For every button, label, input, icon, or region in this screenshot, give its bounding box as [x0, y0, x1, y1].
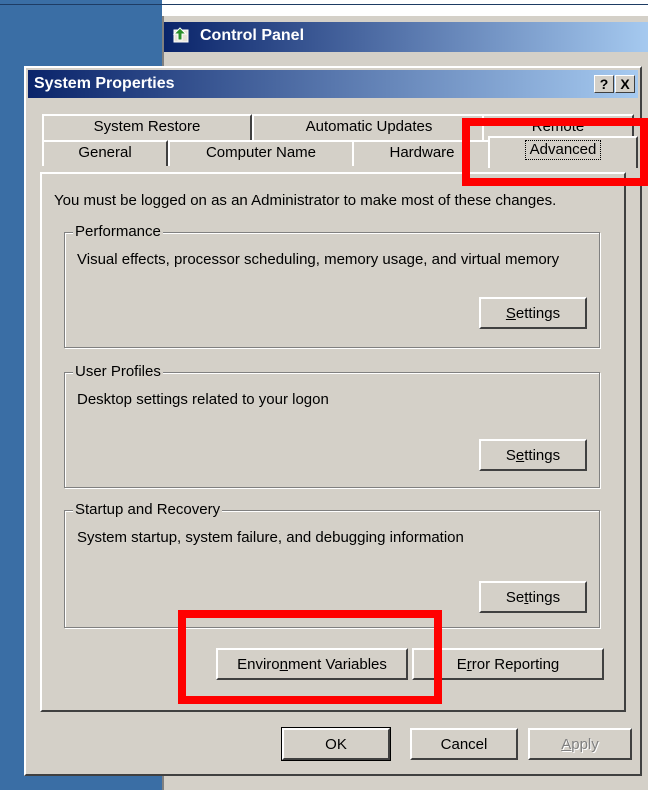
startup-recovery-settings-button[interactable]: Settings: [479, 581, 587, 613]
tab-system-restore[interactable]: System Restore: [42, 114, 252, 140]
button-label-suffix: pply: [571, 735, 599, 753]
tab-label: General: [78, 144, 132, 161]
performance-description: Visual effects, processor scheduling, me…: [77, 251, 560, 268]
user-profiles-title: User Profiles: [73, 363, 163, 380]
control-panel-title: Control Panel: [200, 27, 305, 44]
control-panel-icon: [172, 27, 189, 43]
button-label-prefix: Se: [505, 588, 525, 606]
performance-group: Performance Visual effects, processor sc…: [64, 223, 600, 348]
tab-automatic-updates[interactable]: Automatic Updates: [252, 114, 486, 140]
button-label-suffix: tings: [528, 588, 561, 606]
user-profiles-description: Desktop settings related to your logon: [77, 391, 329, 408]
performance-settings-button[interactable]: Settings: [479, 297, 587, 329]
control-panel-menubar: [164, 52, 648, 66]
button-label-suffix: ror Reporting: [471, 655, 560, 673]
system-properties-dialog: System Properties ? X System Restore Aut…: [24, 66, 642, 776]
startup-recovery-title: Startup and Recovery: [73, 501, 223, 518]
control-panel-titlebar[interactable]: Control Panel: [164, 22, 648, 52]
tab-label: Automatic Updates: [305, 118, 433, 135]
performance-title: Performance: [73, 223, 163, 240]
apply-button[interactable]: Apply: [528, 728, 632, 760]
button-mnemonic: e: [515, 446, 525, 464]
dialog-title: System Properties: [34, 75, 175, 92]
tab-label: Hardware: [389, 144, 455, 161]
dialog-titlebar[interactable]: System Properties ? X: [28, 70, 638, 98]
desktop-edge-line: [0, 4, 648, 5]
tab-label: System Restore: [93, 118, 201, 135]
startup-recovery-group: Startup and Recovery System startup, sys…: [64, 501, 600, 628]
button-label-prefix: E: [456, 655, 467, 673]
button-label-suffix: ttings: [524, 446, 561, 464]
button-label-suffix: ment Variables: [287, 655, 387, 673]
button-label-prefix: S: [505, 446, 516, 464]
startup-recovery-description: System startup, system failure, and debu…: [77, 529, 464, 546]
cancel-button[interactable]: Cancel: [410, 728, 518, 760]
button-mnemonic: n: [279, 655, 288, 673]
button-label-suffix: ettings: [515, 304, 561, 322]
button-mnemonic: A: [561, 735, 572, 753]
close-button[interactable]: X: [615, 75, 635, 93]
tab-label: Advanced: [524, 140, 602, 160]
advanced-tab-page: You must be logged on as an Administrato…: [40, 172, 626, 712]
user-profiles-group: User Profiles Desktop settings related t…: [64, 363, 600, 488]
environment-variables-button[interactable]: Environment Variables: [216, 648, 408, 680]
tab-hardware[interactable]: Hardware: [352, 140, 492, 166]
tab-advanced[interactable]: Advanced: [488, 136, 638, 168]
tab-label: Computer Name: [205, 144, 317, 161]
help-button[interactable]: ?: [594, 75, 614, 93]
button-mnemonic: S: [505, 304, 516, 322]
user-profiles-settings-button[interactable]: Settings: [479, 439, 587, 471]
tab-label: Remote: [531, 118, 585, 135]
tab-computer-name[interactable]: Computer Name: [168, 140, 354, 166]
admin-note: You must be logged on as an Administrato…: [54, 192, 557, 209]
button-label-prefix: Enviro: [237, 655, 280, 673]
ok-button[interactable]: OK: [281, 727, 391, 761]
tab-general[interactable]: General: [42, 140, 168, 166]
error-reporting-button[interactable]: Error Reporting: [412, 648, 604, 680]
